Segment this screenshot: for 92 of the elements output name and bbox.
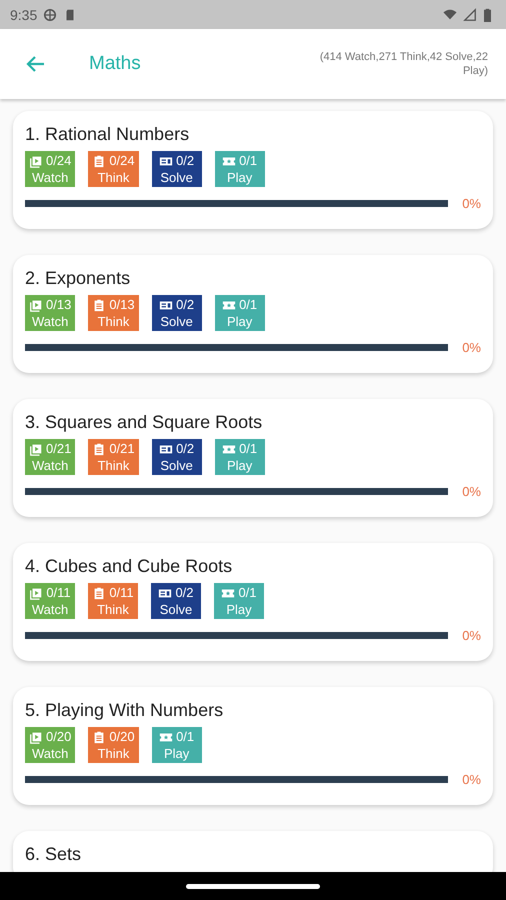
progress-percent: 0% [462,196,481,211]
badge-label: Think [98,314,130,329]
chapter-title: 5. Playing With Numbers [25,700,224,721]
screen-title: Maths [89,53,141,75]
badge-label: Think [97,602,129,617]
count-text: 0/2 [176,441,194,456]
play-badge[interactable]: 0/1 Play [214,583,264,619]
count-text: 0/2 [176,153,194,168]
chapter-title: 2. Exponents [25,268,132,289]
chapter-title: 4. Cubes and Cube Roots [25,556,234,577]
summary-text: (414 Watch,271 Think,42 Solve,22 Play) [318,50,488,78]
progress-percent: 0% [462,340,481,355]
watch-badge[interactable]: 0/11 Watch [25,583,75,619]
video-stack-icon [29,730,43,744]
clock-time: 9:35 [10,6,38,22]
watch-badge[interactable]: 0/13 Watch [25,295,76,331]
badge-label: Play [226,602,252,617]
video-stack-icon [29,442,43,456]
badge-label: Think [98,746,130,761]
wifi-icon [443,8,457,22]
count-text: 0/11 [109,585,134,600]
badge-label: Play [226,170,252,185]
badge-label: Watch [32,602,68,617]
count-text: 0/2 [176,297,194,312]
play-badge[interactable]: 0/1 Play [214,151,265,187]
signal-icon [463,8,477,22]
count-text: 0/11 [46,585,71,600]
video-stack-icon [29,298,43,312]
count-text: 0/1 [239,297,258,312]
badge-label: Play [226,314,252,329]
think-badge[interactable]: 0/13 Think [88,295,139,331]
solve-badge[interactable]: 0/2 Solve [152,295,202,331]
chapter-card[interactable]: 5. Playing With Numbers 0/20 Watch 0/20 Think 0/1 Play 0% [13,687,493,805]
solve-badge[interactable]: 0/2 Solve [152,439,202,475]
video-stack-icon [29,154,43,168]
count-text: 0/1 [239,153,258,168]
badge-label: Solve [160,170,193,185]
badge-label: Watch [32,458,68,473]
badge-label: Solve [160,314,193,329]
home-handle[interactable] [186,884,320,888]
chapter-title: 1. Rational Numbers [25,124,190,145]
chapter-card[interactable]: 3. Squares and Square Roots 0/21 Watch 0/21 Think 0/2 Solve 0/1 Play 0% [13,399,493,517]
think-badge[interactable]: 0/21 Think [88,439,139,475]
think-badge[interactable]: 0/20 Think [88,727,139,763]
count-text: 0/1 [239,441,258,456]
clipboard-icon [92,298,106,312]
badge-label: Watch [32,170,68,185]
chapter-card[interactable]: 4. Cubes and Cube Roots 0/11 Watch 0/11 Think 0/2 Solve 0/1 Play 0% [13,543,493,661]
watch-badge[interactable]: 0/21 Watch [25,439,76,475]
count-text: 0/21 [46,441,72,456]
count-text: 0/20 [46,729,72,744]
badge-label: Play [226,458,252,473]
chapter-card[interactable]: 6. Sets [13,831,493,872]
battery-icon [483,8,492,22]
progress-percent: 0% [462,484,481,499]
think-badge[interactable]: 0/11 Think [88,583,138,619]
chapter-title: 3. Squares and Square Roots [25,412,264,433]
watch-badge[interactable]: 0/24 Watch [25,151,76,187]
badge-label: Solve [160,602,192,617]
video-stack-icon [29,586,44,600]
think-badge[interactable]: 0/24 Think [88,151,139,187]
solve-badge[interactable]: 0/2 Solve [151,583,201,619]
watch-badge[interactable]: 0/20 Watch [25,727,76,763]
count-text: 0/1 [238,585,257,600]
clipboard-icon [92,586,106,600]
play-badge[interactable]: 0/1 Play [152,727,202,763]
badge-label: Watch [32,314,68,329]
badge-label: Solve [160,458,193,473]
globe-icon [43,8,58,22]
clipboard-icon [92,730,106,744]
chapter-title: 6. Sets [25,844,82,865]
play-badge[interactable]: 0/1 Play [214,439,265,475]
chapter-card[interactable]: 2. Exponents 0/13 Watch 0/13 Think 0/2 Solve 0/1 Play 0% [13,255,493,373]
count-text: 0/20 [109,729,135,744]
clipboard-icon [92,442,106,456]
progress-percent: 0% [462,628,481,643]
clipboard-icon [92,154,106,168]
count-text: 0/24 [109,153,135,168]
badge-label: Think [98,458,130,473]
count-text: 0/2 [175,585,194,600]
count-text: 0/21 [109,441,135,456]
solve-badge[interactable]: 0/2 Solve [152,151,202,187]
count-text: 0/13 [46,297,72,312]
badge-label: Watch [32,746,68,761]
badge-label: Think [98,170,130,185]
count-text: 0/13 [109,297,135,312]
progress-percent: 0% [462,772,481,787]
chapter-card[interactable]: 1. Rational Numbers 0/24 Watch 0/24 Think 0/2 Solve 0/1 Play 0% [13,111,493,229]
play-badge[interactable]: 0/1 Play [214,295,265,331]
count-text: 0/24 [46,153,72,168]
count-text: 0/1 [176,729,194,744]
badge-label: Play [164,746,190,761]
